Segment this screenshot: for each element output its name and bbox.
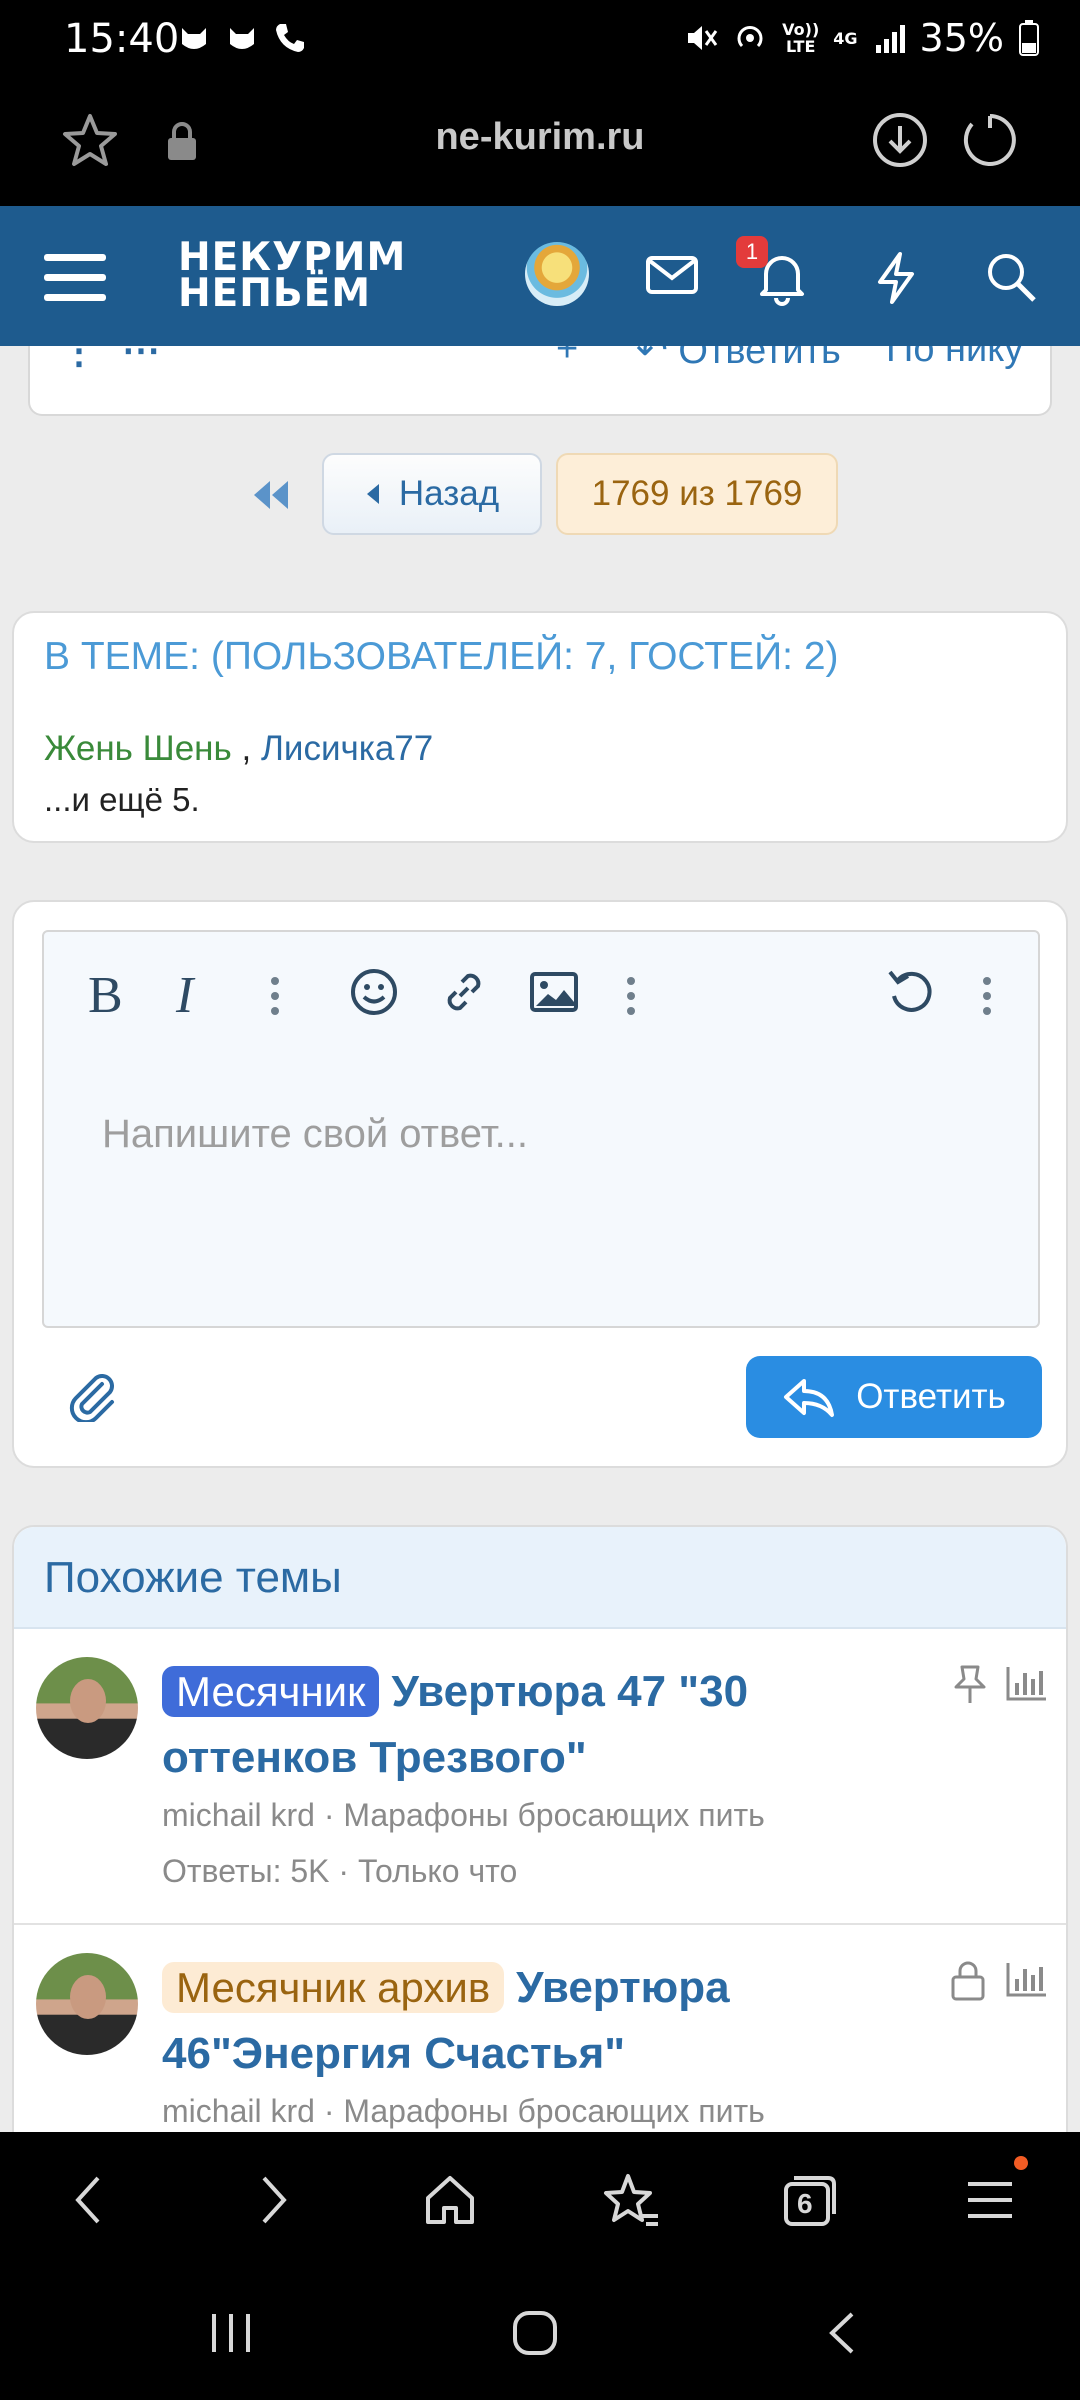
- online-users-list: Жень Шень , Лисичка77: [44, 729, 433, 769]
- poll-icon: [1006, 1667, 1046, 1701]
- system-nav-bar: [0, 2264, 1080, 2400]
- more-options-icon[interactable]: ⋮: [60, 346, 98, 373]
- online-users-block: В ТЕМЕ: (ПОЛЬЗОВАТЕЛЕЙ: 7, ГОСТЕЙ: 2) Же…: [12, 611, 1068, 843]
- avatar[interactable]: [36, 1657, 138, 1759]
- back-arrow-icon[interactable]: [66, 2170, 110, 2230]
- avatar[interactable]: [36, 1953, 138, 2055]
- reply-arrow-icon: [784, 1379, 835, 1417]
- browser-address-bar: ne-kurim.ru: [0, 80, 1080, 206]
- first-page-icon[interactable]: [248, 475, 292, 515]
- online-title: В ТЕМЕ: (ПОЛЬЗОВАТЕЛЕЙ: 7, ГОСТЕЙ: 2): [44, 635, 839, 678]
- lightning-icon[interactable]: [872, 250, 920, 306]
- thread-title[interactable]: Месячник архив Увертюра 46"Энергия Счасть…: [162, 1955, 922, 2087]
- back-button[interactable]: Назад: [322, 453, 542, 535]
- image-icon[interactable]: [528, 966, 580, 1018]
- user-separator: ,: [241, 729, 252, 768]
- thread-item[interactable]: Месячник Увертюра 47 "30 оттенков Трезвог…: [14, 1629, 1066, 1925]
- thread-title[interactable]: Месячник Увертюра 47 "30 оттенков Трезвог…: [162, 1659, 922, 1791]
- site-logo[interactable]: НЕКУРИМ НЕПЬЁМ: [178, 238, 406, 313]
- thread-prefix-tag[interactable]: Месячник: [162, 1666, 380, 1717]
- thread-prefix-tag[interactable]: Месячник архив: [162, 1962, 505, 2013]
- battery-percent: 35%: [919, 16, 1004, 60]
- chevron-left-icon: [366, 484, 379, 504]
- thread-stats: Ответы: 5K · Только что: [162, 1853, 518, 1889]
- pagination: Назад 1769 из 1769: [0, 453, 1080, 537]
- bookmarks-icon[interactable]: [600, 2170, 662, 2230]
- browser-bottom-nav: 6: [0, 2132, 1080, 2264]
- cat-notification-icon-2: [230, 28, 254, 49]
- link-icon[interactable]: [438, 966, 490, 1018]
- thread-meta: michail krd · Марафоны бросающих пить: [162, 2093, 765, 2129]
- poll-icon: [1006, 1963, 1046, 1997]
- system-back-icon[interactable]: [822, 2308, 862, 2358]
- post-actions-partial: ⋮ ⋯ + ↶ Ответить По нику: [28, 346, 1052, 416]
- phone-icon: [276, 24, 304, 52]
- browser-menu-icon[interactable]: [964, 2170, 1016, 2230]
- reload-icon[interactable]: [960, 110, 1020, 170]
- inbox-icon[interactable]: [644, 250, 700, 300]
- volte-label: Vo)) LTE: [782, 20, 820, 56]
- battery-icon: [1019, 20, 1039, 56]
- page-count[interactable]: 1769 из 1769: [556, 453, 838, 535]
- bold-icon[interactable]: B: [84, 966, 128, 1022]
- user-link[interactable]: Жень Шень: [44, 729, 232, 768]
- by-nick-link[interactable]: По нику: [886, 346, 1023, 371]
- status-right: Vo)) LTE 4G 35%: [684, 16, 1040, 60]
- home-icon[interactable]: [420, 2170, 480, 2230]
- user-avatar[interactable]: [525, 242, 589, 306]
- signal-icon: [875, 25, 905, 53]
- more-editor-options-icon[interactable]: [982, 976, 992, 1016]
- pin-icon: [954, 1665, 986, 1703]
- home-button-icon[interactable]: [510, 2308, 560, 2358]
- forward-arrow-icon[interactable]: [252, 2170, 296, 2230]
- svg-text:I: I: [175, 967, 196, 1022]
- hotspot-icon: [737, 26, 763, 48]
- more-menu-icon[interactable]: ⋯: [122, 346, 160, 373]
- lock-icon: [951, 1961, 985, 2001]
- tabs-count: 6: [797, 2188, 813, 2219]
- more-users-text: ...и ещё 5.: [44, 781, 200, 818]
- clock: 15:40: [64, 16, 180, 62]
- menu-icon[interactable]: [44, 254, 106, 302]
- site-header: НЕКУРИМ НЕПЬЁМ 1: [0, 206, 1080, 346]
- svg-text:B: B: [88, 967, 123, 1022]
- cat-notification-icon: [182, 28, 206, 49]
- more-insert-options-icon[interactable]: [626, 976, 636, 1016]
- download-icon[interactable]: [870, 110, 930, 170]
- reply-submit-button[interactable]: Ответить: [746, 1356, 1042, 1438]
- search-icon[interactable]: [984, 250, 1038, 304]
- attach-paperclip-icon[interactable]: [68, 1370, 116, 1422]
- emoji-icon[interactable]: [348, 966, 400, 1018]
- undo-icon[interactable]: [884, 966, 938, 1020]
- user-link[interactable]: Лисичка77: [261, 729, 433, 768]
- italic-icon[interactable]: I: [172, 966, 212, 1022]
- editor-toolbar: B I: [44, 932, 1038, 1058]
- tabs-button[interactable]: 6: [780, 2170, 840, 2230]
- notification-badge: 1: [736, 236, 768, 268]
- similar-threads-header: Похожие темы: [14, 1527, 1066, 1629]
- menu-alert-dot: [1014, 2156, 1028, 2170]
- recent-apps-icon[interactable]: [206, 2308, 256, 2358]
- reply-link[interactable]: ↶ Ответить: [636, 346, 841, 373]
- reply-editor-card: B I Напишите свой ответ... Ответить: [12, 900, 1068, 1468]
- thread-meta: michail krd · Марафоны бросающих пить: [162, 1797, 765, 1833]
- status-bar: 15:40 Vo)) LTE 4G 35%: [0, 0, 1080, 80]
- notification-icons: [176, 20, 308, 56]
- multiquote-button[interactable]: +: [556, 346, 578, 371]
- more-text-options-icon[interactable]: [270, 976, 280, 1016]
- reply-editor[interactable]: B I Напишите свой ответ...: [42, 930, 1040, 1328]
- reply-placeholder[interactable]: Напишите свой ответ...: [102, 1112, 528, 1157]
- network-type: 4G: [833, 28, 858, 48]
- mute-icon: [688, 26, 718, 50]
